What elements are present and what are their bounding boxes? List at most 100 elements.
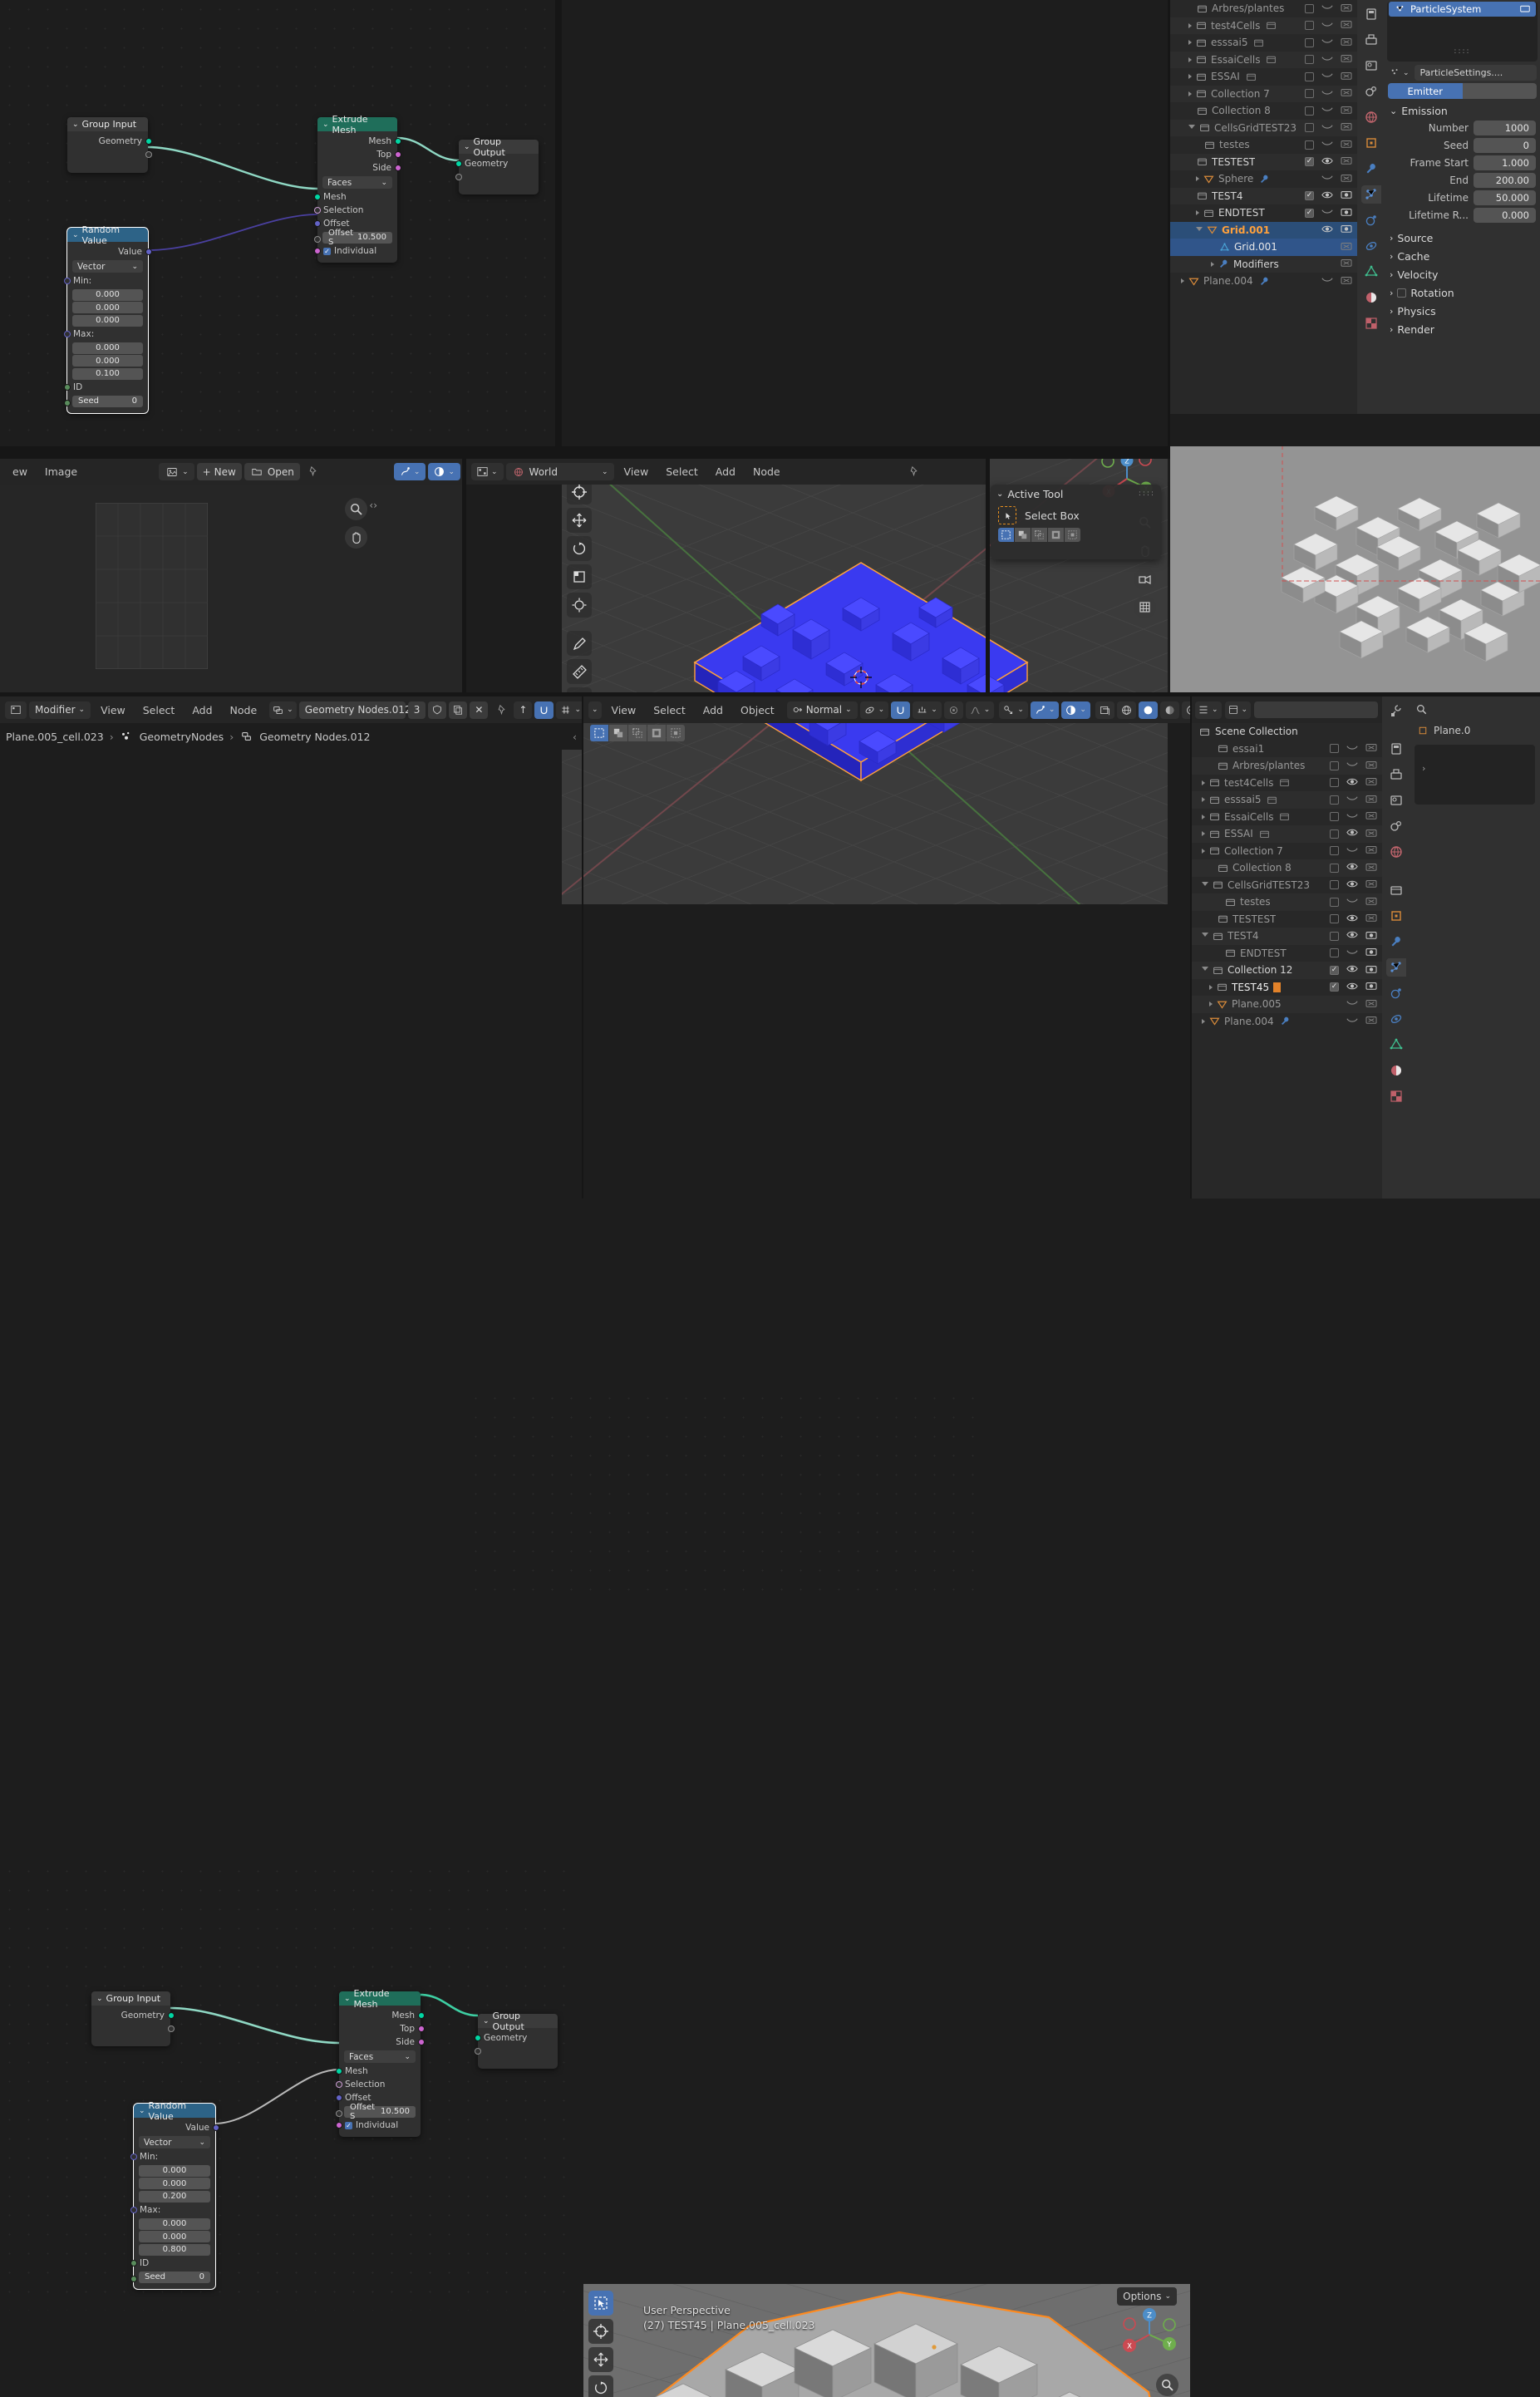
image-editor-header[interactable]: ew Image ⌄ + New Open ⌄ ⌄ xyxy=(0,459,465,485)
browse-image-button[interactable]: ⌄ xyxy=(159,463,194,480)
menu-add[interactable]: Add xyxy=(696,702,731,718)
max-label-row[interactable]: Max: xyxy=(130,2203,215,2217)
collapsed-panels[interactable]: › Source › Cache › Velocity › Rotation ›… xyxy=(1385,224,1540,338)
particle-type-toggle[interactable]: Emitter xyxy=(1385,83,1540,99)
individual-checkbox[interactable] xyxy=(323,247,331,255)
render-visibility-off-icon[interactable] xyxy=(1365,896,1377,908)
socket-mesh-out[interactable] xyxy=(417,2012,425,2019)
outliner-row[interactable]: EssaiCells xyxy=(1191,809,1382,826)
browse-settings-icon[interactable]: ⌄ xyxy=(1388,65,1412,81)
new-image-button[interactable]: + New xyxy=(196,463,242,480)
ortho-persp-toggle-icon[interactable] xyxy=(1134,596,1156,618)
socket-seed[interactable] xyxy=(130,2275,137,2282)
socket-selection[interactable] xyxy=(313,207,321,214)
render-visibility-off-icon[interactable] xyxy=(1341,139,1352,151)
eye-open-icon[interactable] xyxy=(1346,913,1358,925)
expand-toggle-icon[interactable] xyxy=(1188,91,1192,96)
outliner-row[interactable]: test4Cells xyxy=(1170,17,1357,34)
bottom-node-editor-header[interactable]: Modifier ⌄ View Select Add Node ⌄ Geomet… xyxy=(0,696,617,723)
collection-enable-checkbox[interactable] xyxy=(1305,123,1314,133)
bottom-outliner-header[interactable]: ⌄ ⌄ xyxy=(1191,696,1382,723)
editor-type-button[interactable]: ⌄ xyxy=(471,463,504,480)
node-group-output[interactable]: ⌄ Group Output Geometry xyxy=(474,2011,558,2069)
tab-texture-icon[interactable] xyxy=(1386,1087,1406,1105)
select-intersect-icon[interactable] xyxy=(667,725,685,741)
expand-toggle-icon[interactable] xyxy=(1188,74,1192,80)
outliner-row[interactable]: TESTEST xyxy=(1191,911,1382,928)
area-divider-vertical[interactable] xyxy=(1168,0,1170,446)
outliner-row[interactable]: Plane.005 xyxy=(1191,996,1382,1013)
render-visibility-on-icon[interactable] xyxy=(1365,964,1377,977)
zoom-icon[interactable] xyxy=(345,498,367,520)
min-x-field[interactable]: 0.000 xyxy=(139,2164,210,2177)
emission-number-row[interactable]: Number 1000 xyxy=(1389,119,1536,136)
node-group-name-field[interactable]: Geometry Nodes.012 xyxy=(298,701,411,719)
emission-number-field[interactable]: 1000 xyxy=(1474,120,1536,135)
shading-toggle-button[interactable]: ⌄ xyxy=(428,463,460,480)
max-x-field[interactable]: 0.000 xyxy=(72,342,143,354)
open-image-button[interactable]: Open xyxy=(244,463,300,480)
breadcrumb-item-nodetree[interactable]: Geometry Nodes.012 xyxy=(259,731,370,743)
eye-open-icon[interactable] xyxy=(1321,224,1333,236)
tool-move[interactable] xyxy=(567,508,592,533)
eye-closed-icon[interactable] xyxy=(1321,207,1333,219)
eye-closed-icon[interactable] xyxy=(1346,811,1358,823)
emission-seed-field[interactable]: 0 xyxy=(1474,137,1536,153)
collection-enable-checkbox[interactable] xyxy=(1305,208,1314,218)
collection-enable-checkbox[interactable] xyxy=(1305,89,1314,99)
tab-object-icon[interactable] xyxy=(1386,907,1406,925)
socket-top[interactable] xyxy=(394,151,401,158)
render-visibility-off-icon[interactable] xyxy=(1365,879,1377,891)
bottom-viewport-toolbar[interactable] xyxy=(588,2291,613,2397)
tab-render-icon[interactable] xyxy=(1386,740,1406,758)
render-visibility-off-icon[interactable] xyxy=(1341,275,1352,288)
outliner-row[interactable]: EssaiCells xyxy=(1170,51,1357,68)
min-y-field[interactable]: 0.000 xyxy=(72,302,143,313)
max-z-field[interactable]: 0.100 xyxy=(72,367,143,380)
preview-viewport[interactable] xyxy=(1170,446,1540,692)
outliner-row[interactable]: Collection 8 xyxy=(1170,102,1357,120)
outliner-row[interactable]: Collection 8 xyxy=(1191,859,1382,877)
tab-render-icon[interactable] xyxy=(1361,31,1381,49)
emission-seed-row[interactable]: Seed 0 xyxy=(1389,136,1536,154)
expand-toggle-icon[interactable] xyxy=(1196,210,1199,216)
emission-lifetime-randomness-row[interactable]: Lifetime R... 0.000 xyxy=(1389,206,1536,224)
expand-toggle-icon[interactable] xyxy=(1188,124,1195,131)
min-x-field[interactable]: 0.000 xyxy=(72,288,143,301)
collection-enable-checkbox[interactable] xyxy=(1305,37,1314,47)
render-visibility-off-icon[interactable] xyxy=(1341,2,1352,15)
render-visibility-off-icon[interactable] xyxy=(1341,155,1352,168)
id-row[interactable]: ID xyxy=(130,2257,215,2270)
object-datablock-row[interactable]: Plane.0 xyxy=(1410,721,1540,740)
collection-enable-checkbox[interactable] xyxy=(1330,948,1339,958)
collection-enable-checkbox[interactable] xyxy=(1330,795,1339,805)
render-visibility-off-icon[interactable] xyxy=(1365,862,1377,874)
node-socket-row-empty[interactable] xyxy=(91,2022,175,2035)
expand-toggle-icon[interactable] xyxy=(1209,1002,1213,1007)
socket-value-out[interactable] xyxy=(145,249,152,255)
outliner-row[interactable]: Sphere xyxy=(1170,170,1357,188)
particle-settings-name-field[interactable]: ParticleSettings.... xyxy=(1414,65,1537,81)
outliner-row[interactable]: Modifiers xyxy=(1170,255,1357,273)
panel-rotation[interactable]: › Rotation xyxy=(1390,283,1535,302)
node-header[interactable]: ⌄ Group Output xyxy=(459,136,539,158)
sidebar-toggle-icon[interactable]: ‹› xyxy=(369,500,377,511)
select-subtract-icon[interactable] xyxy=(628,725,647,741)
node-input-individual[interactable]: Individual xyxy=(313,244,397,258)
menu-view[interactable]: View xyxy=(604,702,644,718)
snapping-toggle-icon[interactable] xyxy=(891,701,911,719)
mid-node-editor-header[interactable]: ⌄ World ⌄ View Select Add Node xyxy=(466,459,986,485)
node-output-geometry[interactable]: Geometry xyxy=(91,2009,175,2022)
collection-enable-checkbox[interactable] xyxy=(1330,829,1339,839)
socket-mesh-out[interactable] xyxy=(394,138,401,145)
render-visibility-off-icon[interactable] xyxy=(1365,998,1377,1011)
node-input-mesh[interactable]: Mesh xyxy=(313,190,397,204)
expand-toggle-icon[interactable] xyxy=(1202,831,1205,837)
viewport-nav-buttons[interactable] xyxy=(1156,2374,1178,2397)
outliner-row[interactable]: ENDTEST xyxy=(1170,204,1357,222)
outliner-row[interactable]: test4Cells xyxy=(1191,775,1382,792)
area-divider-vertical[interactable] xyxy=(462,459,466,692)
select-mode-strip[interactable] xyxy=(590,725,685,741)
tab-scene-props-icon[interactable] xyxy=(1386,817,1406,835)
snap-options-icon[interactable]: ⌄ xyxy=(556,701,585,719)
